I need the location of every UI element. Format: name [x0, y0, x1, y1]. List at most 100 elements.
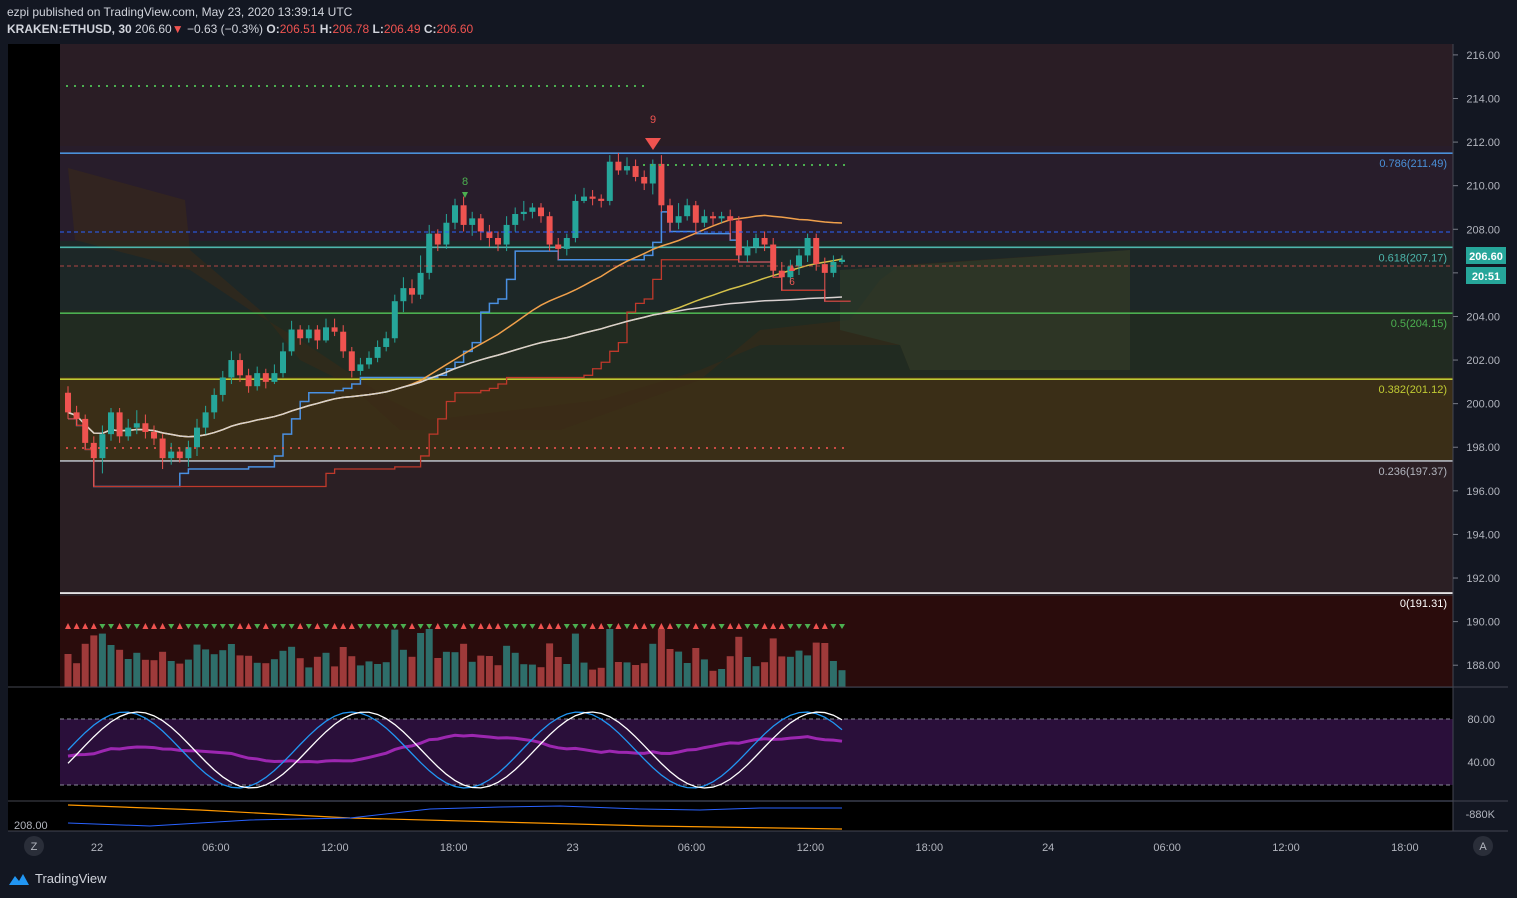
volume-bar — [580, 662, 588, 687]
volume-bar — [804, 655, 812, 687]
candle-body — [417, 272, 424, 295]
candle-body — [727, 216, 734, 221]
volume-bar — [176, 663, 184, 687]
auto-scale-button-label[interactable]: A — [1479, 841, 1487, 853]
volume-bar — [812, 642, 820, 687]
volume-bar — [718, 669, 726, 687]
left-price-scale[interactable] — [8, 44, 60, 831]
volume-bar — [821, 643, 829, 687]
td-count-6: 6 — [789, 277, 795, 288]
candle-body — [357, 364, 364, 371]
volume-bar — [614, 662, 622, 687]
tradingview-logo[interactable]: TradingView — [8, 871, 107, 886]
candle-body — [297, 329, 304, 339]
candle-body — [409, 288, 415, 295]
obv-pane[interactable] — [60, 802, 1453, 831]
volume-bar — [339, 647, 347, 687]
volume-bar — [460, 643, 468, 687]
volume-bar — [184, 659, 192, 687]
left-axis-value: 208.00 — [14, 820, 48, 832]
volume-bar — [563, 664, 571, 687]
volume-bar — [236, 655, 244, 687]
volume-bar — [726, 656, 734, 687]
candle-body — [280, 351, 286, 374]
volume-bar — [382, 662, 390, 687]
candle-body — [305, 329, 312, 339]
candle-body — [684, 205, 691, 217]
volume-bar — [778, 656, 786, 687]
candle-body — [366, 357, 372, 365]
volume-bar — [348, 656, 356, 687]
x-tick-label: 06:00 — [202, 842, 230, 854]
candle-body — [830, 261, 837, 273]
volume-bar — [296, 658, 304, 687]
candle-body — [176, 451, 183, 459]
y-tick-label: 202.00 — [1466, 355, 1500, 367]
volume-bar — [374, 664, 382, 687]
volume-bar — [313, 656, 321, 687]
volume-bar — [279, 650, 287, 687]
fib-label-0: 0(191.31) — [1400, 598, 1447, 610]
candle-body — [383, 338, 390, 347]
x-tick-label: 23 — [566, 842, 578, 854]
x-tick-label: 18:00 — [1391, 842, 1419, 854]
candle-body — [194, 427, 200, 448]
volume-bar — [442, 651, 450, 687]
volume-bar — [451, 652, 459, 687]
volume-bar — [838, 670, 846, 687]
tradingview-logo-icon — [9, 873, 29, 885]
volume-bar — [795, 650, 803, 687]
y-tick-label: 188.00 — [1466, 660, 1500, 672]
y-tick-label: 196.00 — [1466, 486, 1500, 498]
volume-bar — [150, 660, 158, 687]
volume-bar — [124, 659, 132, 687]
candle-body — [641, 176, 648, 184]
fib-zone-236 — [60, 461, 1453, 596]
volume-bar — [305, 667, 313, 687]
volume-bar — [666, 649, 674, 687]
fib-label-0.786: 0.786(211.49) — [1379, 158, 1447, 170]
price-chart[interactable]: 0.786(211.49) 0.618(207.17) 0.5(204.15) 0.3… — [0, 0, 1517, 898]
volume-bar — [623, 662, 631, 687]
candle-body — [796, 255, 802, 267]
candle-body — [667, 205, 673, 223]
volume-bar — [288, 646, 296, 687]
candle-body — [211, 394, 218, 413]
candle-body — [151, 431, 157, 439]
fib-label-0.236: 0.236(197.37) — [1379, 466, 1448, 478]
volume-bar — [683, 663, 691, 687]
y-tick-label: 216.00 — [1466, 50, 1500, 62]
candle-body — [254, 373, 261, 387]
volume-bar — [589, 669, 597, 687]
candle-body — [813, 237, 820, 265]
volume-bar — [193, 644, 201, 687]
td-count-8: 8 — [462, 176, 468, 188]
candle-body — [443, 222, 450, 245]
candle-body — [391, 301, 398, 339]
candle-body — [116, 412, 123, 437]
candle-body — [718, 216, 725, 219]
candle-body — [555, 244, 562, 249]
tradingview-logo-text: TradingView — [35, 871, 107, 886]
volume-bar — [399, 649, 407, 687]
candle-body — [125, 427, 132, 437]
candle-body — [692, 205, 699, 223]
y-tick-label: 194.00 — [1466, 529, 1500, 541]
volume-bar — [90, 635, 98, 687]
volume-bar — [709, 670, 717, 687]
volume-bar — [391, 629, 399, 687]
volume-bar — [571, 633, 579, 687]
volume-bar — [520, 664, 528, 687]
candle-body — [108, 412, 114, 435]
z-button-label[interactable]: Z — [31, 841, 38, 853]
x-tick-label: 24 — [1042, 842, 1054, 854]
x-tick-label: 18:00 — [440, 842, 468, 854]
volume-bar — [64, 654, 72, 687]
candle-body — [701, 216, 708, 223]
x-tick-label: 18:00 — [916, 842, 944, 854]
candle-body — [761, 237, 768, 245]
candle-body — [469, 218, 476, 225]
volume-bar — [675, 651, 683, 687]
fib-label-0.382: 0.382(201.12) — [1379, 384, 1448, 396]
volume-bar — [262, 663, 270, 687]
